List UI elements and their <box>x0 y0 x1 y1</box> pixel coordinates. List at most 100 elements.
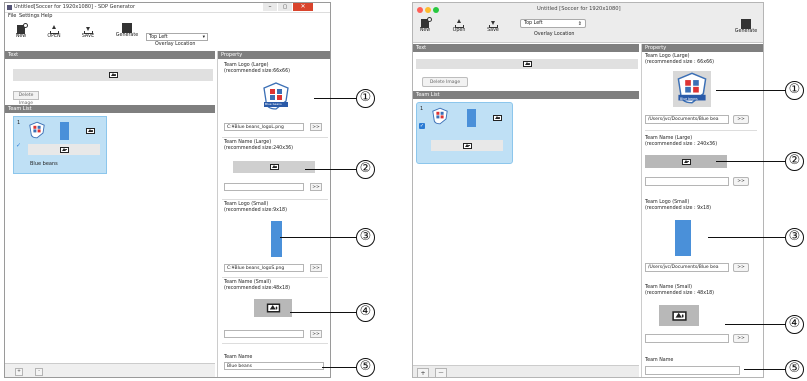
logo-small-path-field[interactable]: C:¥Blue beans_logoS.png <box>224 264 304 272</box>
name-large-browse-button[interactable]: >> <box>310 183 322 191</box>
maximize-button[interactable]: ▢ <box>278 3 292 11</box>
prop-logo-small-label: Team Logo (Small) (recommended size:9x18… <box>224 202 287 213</box>
team-name-large-thumb <box>28 144 100 155</box>
prop-name-small-image[interactable] <box>659 305 699 326</box>
name-large-path-field[interactable] <box>224 183 304 191</box>
image-icon <box>462 142 472 149</box>
callout-line-2 <box>716 161 785 163</box>
delete-image-button[interactable]: Delete Image <box>13 91 39 106</box>
logo-large-path-field[interactable]: /Users/jvc/Documents/Blue bea <box>645 115 729 124</box>
toolbar: New OPEN SAVE Generate Top Left ▾ Overla… <box>5 21 330 51</box>
prop-team-name-label: Team Name <box>645 358 674 363</box>
add-team-button[interactable]: + <box>417 368 429 377</box>
team-name-small-thumb <box>491 113 503 123</box>
team-list-item[interactable]: 1 ✓ Blue beans <box>13 116 107 174</box>
zoom-button[interactable] <box>433 7 439 13</box>
name-large-browse-button[interactable]: >> <box>733 177 749 186</box>
close-button[interactable] <box>417 7 423 13</box>
team-logo-small-thumb <box>467 109 476 127</box>
save-label: SAVE <box>81 34 95 39</box>
delete-image-button[interactable]: Delete Image <box>422 77 468 87</box>
team-list-header: Team List <box>5 105 215 113</box>
callout-line-1 <box>716 90 785 92</box>
overlay-location-select[interactable]: Top Left ⇕ <box>520 19 586 28</box>
team-list-header: Team List <box>413 91 639 99</box>
minimize-button[interactable]: – <box>263 3 277 11</box>
team-list-item[interactable]: 1 ✓ <box>416 102 513 164</box>
generate-button[interactable]: Generate <box>733 19 759 34</box>
chevron-down-icon: ▾ <box>202 35 205 40</box>
new-doc-icon <box>17 23 28 34</box>
menu-bar: File Settings Help <box>5 13 330 20</box>
logo-small-browse-button[interactable]: >> <box>310 264 322 272</box>
prop-team-name-label: Team Name <box>224 355 253 360</box>
logo-large-browse-button[interactable]: >> <box>310 123 322 131</box>
prop-name-small-label: Team Name (Small) (recommended size : 48… <box>645 285 715 296</box>
team-number: 1 <box>420 106 424 112</box>
prop-name-large-image[interactable] <box>645 155 727 168</box>
callout-line-5 <box>322 367 356 369</box>
team-logo-thumbnail <box>28 121 46 139</box>
team-checkbox[interactable]: ✓ <box>419 123 425 129</box>
image-icon <box>266 303 280 313</box>
property-pane: Property Team Logo (Large) (recommended … <box>641 44 763 377</box>
menu-file[interactable]: File <box>8 13 16 19</box>
name-large-path-field[interactable] <box>645 177 729 186</box>
menu-settings[interactable]: Settings <box>19 13 40 19</box>
new-button[interactable]: New <box>13 23 29 39</box>
text-section-header: Text <box>5 51 215 59</box>
new-doc-icon <box>421 17 432 28</box>
download-icon <box>488 19 498 28</box>
prop-name-small-image[interactable] <box>254 299 292 317</box>
generate-button[interactable]: Generate <box>113 23 141 38</box>
callout-1: ① <box>356 89 375 108</box>
property-header: Property <box>642 44 763 52</box>
name-small-browse-button[interactable]: >> <box>733 334 749 343</box>
prop-logo-large-label: Team Logo (Large) (recommended size:66x6… <box>224 63 290 74</box>
prop-name-large-image[interactable] <box>233 161 315 173</box>
menu-help[interactable]: Help <box>41 13 52 19</box>
save-button[interactable]: SAVE <box>78 25 98 39</box>
prop-logo-small-image[interactable] <box>271 221 282 257</box>
team-checkbox[interactable]: ✓ <box>16 142 21 149</box>
open-button[interactable]: Open <box>449 19 469 33</box>
minimize-button[interactable] <box>425 7 431 13</box>
team-name-large-thumb <box>431 140 503 151</box>
prop-name-large-label: Team Name (Large) (recommended size:240x… <box>224 140 294 151</box>
team-name: Blue beans <box>30 161 58 167</box>
image-icon <box>681 158 691 165</box>
prop-name-large-label: Team Name (Large) (recommended size : 24… <box>645 136 718 147</box>
close-button[interactable]: ✕ <box>293 3 313 11</box>
image-icon <box>59 146 69 153</box>
prop-logo-large-image[interactable]: Blue beans <box>673 71 711 107</box>
overlay-location-value: Top Left <box>149 35 168 40</box>
callout-line-2 <box>305 169 356 171</box>
add-team-button[interactable]: + <box>15 368 23 376</box>
prop-logo-large-image[interactable]: Blue beans <box>261 81 291 111</box>
callout-2: ② <box>356 160 375 179</box>
new-label: New <box>15 34 27 39</box>
name-small-browse-button[interactable]: >> <box>310 330 322 338</box>
team-name-field[interactable]: Blue beans <box>224 362 324 370</box>
name-small-path-field[interactable] <box>224 330 304 338</box>
upload-icon <box>49 25 59 34</box>
team-name-field[interactable] <box>645 366 740 375</box>
callout-1: ① <box>785 81 804 100</box>
overlay-location-select[interactable]: Top Left ▾ <box>146 33 208 41</box>
logo-large-browse-button[interactable]: >> <box>733 115 749 124</box>
logo-small-path-field[interactable]: /Users/jvc/Documents/Blue bea <box>645 263 729 272</box>
new-button[interactable]: New <box>417 17 433 33</box>
name-small-path-field[interactable] <box>645 334 729 343</box>
prop-logo-small-image[interactable] <box>675 220 691 256</box>
text-image-slot[interactable] <box>13 69 213 81</box>
text-image-slot[interactable] <box>416 59 638 69</box>
logo-large-path-field[interactable]: C:¥Blue beans_logoL.png <box>224 123 304 131</box>
bottom-bar: + — <box>413 365 639 377</box>
remove-team-button[interactable]: - <box>35 368 43 376</box>
open-button[interactable]: OPEN <box>44 25 64 39</box>
title-bar: Untitled [Soccer for 1920x1080] <box>413 3 763 16</box>
callout-5: ⑤ <box>356 358 375 377</box>
remove-team-button[interactable]: — <box>435 368 447 377</box>
save-button[interactable]: Save <box>483 19 503 33</box>
logo-small-browse-button[interactable]: >> <box>733 263 749 272</box>
